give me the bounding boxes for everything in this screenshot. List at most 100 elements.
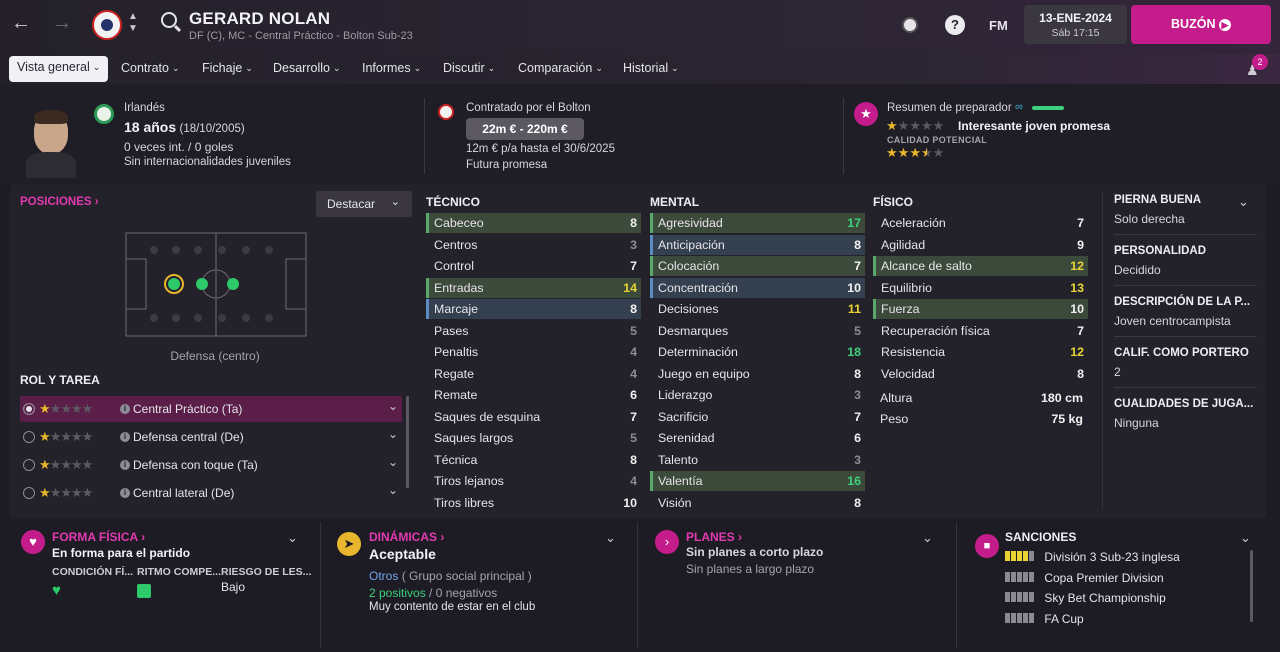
role-row[interactable]: ★★★★★ i Central lateral (De) ⌄ (20, 480, 402, 506)
attribute-row[interactable]: Control 7 (426, 256, 641, 276)
sanctions-panel: ■ SANCIONES División 3 Sub-23 inglesa Co… (956, 520, 1280, 652)
attribute-row[interactable]: Determinación 18 (650, 342, 865, 362)
tab-informes[interactable]: Informes ⌄ (362, 61, 421, 75)
chevron-down-icon[interactable]: ⌄ (388, 449, 398, 475)
attribute-name: Control (434, 259, 474, 273)
chevron-down-icon[interactable]: ⌄ (1238, 194, 1249, 210)
attribute-row[interactable]: Marcaje 8 (426, 299, 641, 319)
attribute-row[interactable]: Centros 3 (426, 235, 641, 255)
attribute-row[interactable]: Talento 3 (650, 450, 865, 470)
tab-contrato[interactable]: Contrato ⌄ (121, 61, 180, 75)
attribute-row[interactable]: Alcance de salto 12 (873, 256, 1088, 276)
attribute-row[interactable]: Pases 5 (426, 321, 641, 341)
role-row[interactable]: ★★★★★ i Central Práctico (Ta) ⌄ (20, 396, 402, 422)
forward-arrow-icon[interactable]: → (52, 12, 72, 35)
highlight-dropdown[interactable]: Destacar ⌄ (316, 191, 412, 217)
attribute-row[interactable]: Serenidad 6 (650, 428, 865, 448)
attribute-row[interactable]: Equilibrio 13 (873, 278, 1088, 298)
radio-icon[interactable] (23, 431, 35, 443)
sanction-row[interactable]: Copa Premier Division (1005, 571, 1164, 585)
social-group[interactable]: Otros (369, 569, 398, 583)
attribute-row[interactable]: Decisiones 11 (650, 299, 865, 319)
side-info-title: PERSONALIDAD (1114, 245, 1207, 257)
tab-historial[interactable]: Historial ⌄ (623, 61, 679, 75)
back-arrow-icon[interactable]: ← (11, 12, 31, 35)
chevron-down-icon[interactable]: ⌄ (1240, 530, 1251, 546)
positions-title[interactable]: POSICIONES › (20, 196, 99, 208)
sanction-row[interactable]: FA Cup (1005, 612, 1084, 626)
attribute-row[interactable]: Desmarques 5 (650, 321, 865, 341)
attribute-row[interactable]: Penaltis 4 (426, 342, 641, 362)
attribute-row[interactable]: Resistencia 12 (873, 342, 1088, 362)
attribute-row[interactable]: Técnica 8 (426, 450, 641, 470)
relations-sep: / (429, 586, 433, 600)
chevron-down-icon[interactable]: ⌄ (388, 421, 398, 447)
contract-by: Contratado por el Bolton (466, 102, 591, 114)
chevron-down-icon[interactable]: ⌄ (388, 393, 398, 419)
attribute-row[interactable]: Visión 8 (650, 493, 865, 513)
wage: 12m € p/a hasta el 30/6/2025 (466, 143, 615, 155)
chevron-down-icon[interactable]: ⌄ (922, 530, 933, 546)
attribute-row[interactable]: Aceleración 7 (873, 213, 1088, 233)
chevron-down-icon[interactable]: ⌄ (388, 477, 398, 503)
tab-vista-general[interactable]: Vista general ⌄ (9, 56, 109, 82)
attribute-row[interactable]: Juego en equipo 8 (650, 364, 865, 384)
attribute-row[interactable]: Agilidad 9 (873, 235, 1088, 255)
attribute-row[interactable]: Agresividad 17 (650, 213, 865, 233)
attribute-row[interactable]: Remate 6 (426, 385, 641, 405)
role-row[interactable]: ★★★★★ i Defensa central (De) ⌄ (20, 424, 402, 450)
attribute-row[interactable]: Regate 4 (426, 364, 641, 384)
attribute-row[interactable]: Cabeceo 8 (426, 213, 641, 233)
attribute-row[interactable]: Saques de esquina 7 (426, 407, 641, 427)
club-badge-icon[interactable] (92, 10, 122, 40)
tab-discutir[interactable]: Discutir ⌄ (443, 61, 495, 75)
tab-fichaje[interactable]: Fichaje ⌄ (202, 61, 253, 75)
inbox-button[interactable]: BUZÓN ▶ (1131, 5, 1271, 44)
attribute-row[interactable]: Tiros lejanos 4 (426, 471, 641, 491)
attribute-value: 8 (630, 452, 637, 467)
heart-icon: ♥ (21, 530, 45, 554)
fm-logo[interactable]: FM (989, 18, 1008, 33)
attribute-row[interactable]: Saques largos 5 (426, 428, 641, 448)
attribute-row[interactable]: Sacrificio 7 (650, 407, 865, 427)
info-icon[interactable]: i (120, 460, 130, 470)
chevron-updown-icon[interactable]: ▲ ▼ (128, 11, 138, 35)
attribute-row[interactable]: Anticipación 8 (650, 234, 865, 255)
role-row[interactable]: ★★★★★ i Defensa con toque (Ta) ⌄ (20, 452, 402, 478)
tab-comparacion[interactable]: Comparación ⌄ (518, 61, 603, 75)
radio-icon[interactable] (23, 487, 35, 499)
positives[interactable]: 2 positivos (369, 586, 426, 600)
attribute-name: Regate (434, 366, 474, 381)
date-box[interactable]: 13-ENE-2024 Sáb 17:15 (1024, 5, 1127, 44)
ball-icon[interactable] (902, 17, 918, 33)
dynamics-title[interactable]: DINÁMICAS › (369, 530, 444, 544)
plans-title[interactable]: PLANES › (686, 530, 742, 544)
info-icon[interactable]: i (120, 404, 130, 414)
attribute-row[interactable]: Tiros libres 10 (426, 493, 641, 513)
chevron-down-icon[interactable]: ⌄ (287, 530, 298, 546)
player-status: Futura promesa (466, 159, 548, 171)
attribute-row[interactable]: Fuerza 10 (873, 299, 1088, 319)
attribute-row[interactable]: Recuperación física 7 (873, 321, 1088, 341)
attribute-row[interactable]: Valentía 16 (650, 471, 865, 491)
attribute-row[interactable]: Concentración 10 (650, 277, 865, 298)
radio-icon[interactable] (23, 459, 35, 471)
attribute-value: 7 (630, 259, 637, 273)
info-icon[interactable]: i (120, 488, 130, 498)
attribute-value: 10 (623, 495, 637, 510)
value-range-chip[interactable]: 22m € - 220m € (466, 118, 584, 140)
info-icon[interactable]: i (120, 432, 130, 442)
roles-scrollbar[interactable] (406, 396, 409, 488)
attribute-row[interactable]: Liderazgo 3 (650, 385, 865, 405)
help-icon[interactable]: ? (945, 15, 965, 35)
attribute-row[interactable]: Entradas 14 (426, 277, 641, 298)
chevron-down-icon[interactable]: ⌄ (605, 530, 616, 546)
tab-desarrollo[interactable]: Desarrollo ⌄ (273, 61, 341, 75)
attribute-row[interactable]: Colocación 7 (650, 256, 865, 276)
sanction-row[interactable]: División 3 Sub-23 inglesa (1005, 550, 1180, 564)
attribute-row[interactable]: Velocidad 8 (873, 364, 1088, 384)
sanctions-scrollbar[interactable] (1250, 550, 1253, 622)
radio-icon[interactable] (23, 403, 35, 415)
sanction-row[interactable]: Sky Bet Championship (1005, 591, 1166, 605)
fitness-title[interactable]: FORMA FÍSICA › (52, 530, 145, 544)
